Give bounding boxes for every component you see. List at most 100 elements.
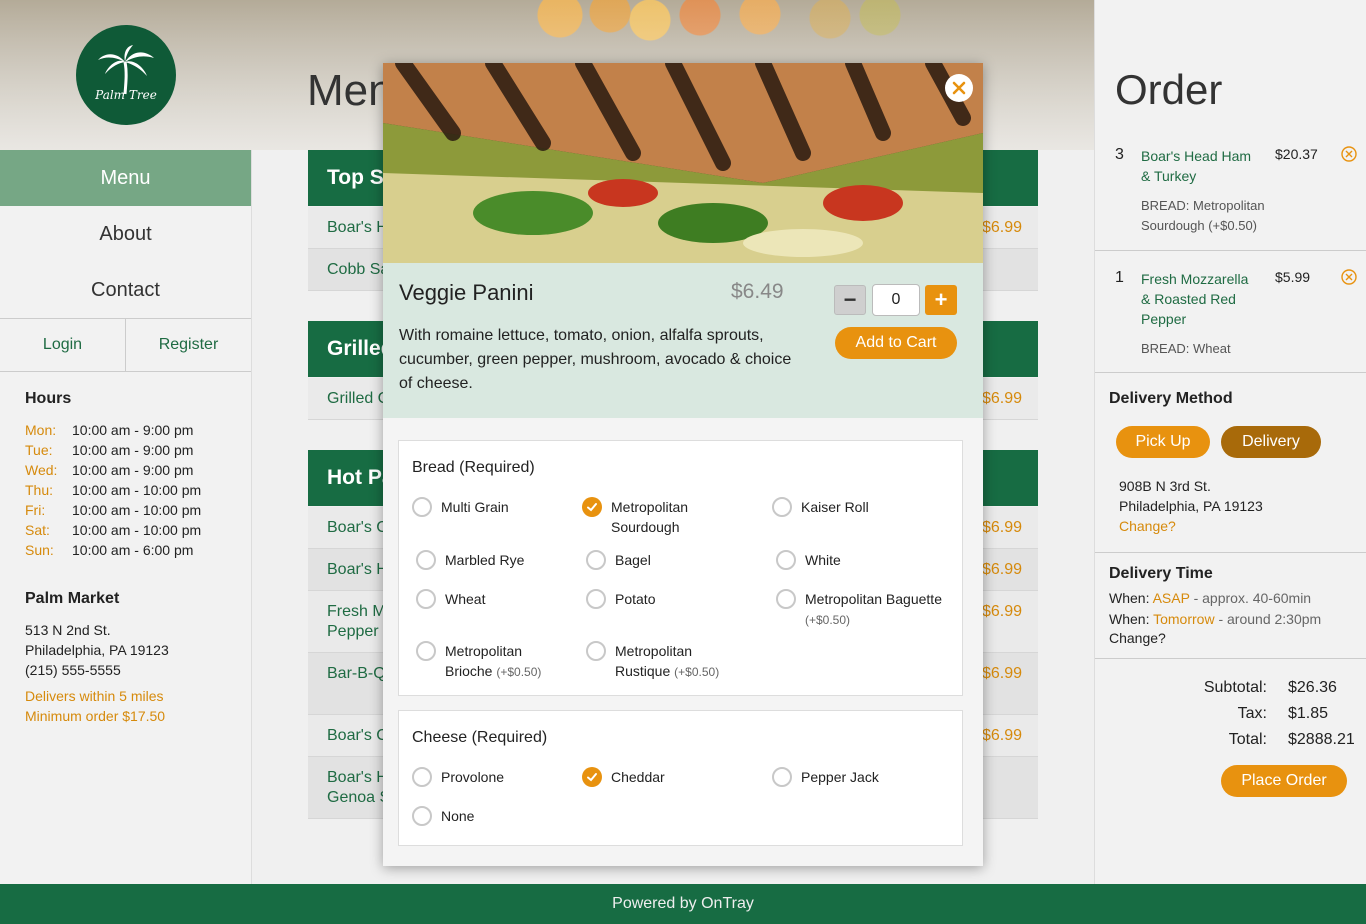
radio-unchecked-icon[interactable] xyxy=(586,589,606,609)
nav-item-menu[interactable]: Menu xyxy=(0,150,251,206)
logo-text: Palm Tree xyxy=(95,88,157,102)
place-order-button[interactable]: Place Order xyxy=(1221,765,1347,797)
menu-item-name: Cobb Sa xyxy=(327,261,390,278)
register-link[interactable]: Register xyxy=(126,319,251,371)
login-link[interactable]: Login xyxy=(0,319,126,371)
hours-day: Sat: xyxy=(25,522,50,538)
hours-day: Fri: xyxy=(25,502,46,518)
add-to-cart-button[interactable]: Add to Cart xyxy=(835,327,957,359)
quantity-input[interactable] xyxy=(872,284,920,316)
change-address-link[interactable]: Change? xyxy=(1119,516,1176,536)
when-asap-row: When: ASAP - approx. 40-60min xyxy=(1109,590,1311,606)
hours-row: Sat: 10:00 am - 10:00 pm xyxy=(25,520,226,540)
tax-value: $1.85 xyxy=(1288,705,1329,722)
change-time-link[interactable]: Change? xyxy=(1109,630,1166,646)
item-name: Veggie Panini xyxy=(399,280,534,305)
menu-item-price: $6.99 xyxy=(981,390,1022,407)
bread-option-metropolitan-sourdough[interactable]: Metropolitan Sourdough xyxy=(582,497,721,537)
radio-unchecked-icon[interactable] xyxy=(416,550,436,570)
total-value: $2888.21 xyxy=(1288,731,1355,748)
nav-item-about[interactable]: About xyxy=(0,206,251,262)
radio-unchecked-icon[interactable] xyxy=(776,550,796,570)
radio-unchecked-icon[interactable] xyxy=(412,497,432,517)
menu-item-name: Boar's H xyxy=(327,219,388,236)
item-modal: Veggie Panini $6.49 With romaine lettuce… xyxy=(383,63,983,866)
menu-item-price: $6.99 xyxy=(981,603,1022,620)
option-label: Kaiser Roll xyxy=(801,499,869,515)
palm-tree-logo[interactable]: Palm Tree xyxy=(76,25,176,125)
radio-unchecked-icon[interactable] xyxy=(586,641,606,661)
cheese-option-provolone[interactable]: Provolone xyxy=(412,767,504,787)
delivery-address-line1: 908B N 3rd St. xyxy=(1119,478,1211,494)
bread-options-title: Bread (Required) xyxy=(412,459,535,476)
cheese-option-pepper-jack[interactable]: Pepper Jack xyxy=(772,767,879,787)
radio-checked-icon[interactable] xyxy=(582,497,602,517)
radio-unchecked-icon[interactable] xyxy=(412,806,432,826)
cheese-option-cheddar[interactable]: Cheddar xyxy=(582,767,665,787)
order-title: Order xyxy=(1115,66,1223,113)
hours-row: Wed: 10:00 am - 9:00 pm xyxy=(25,460,226,480)
divider xyxy=(1095,552,1366,553)
bread-option-white[interactable]: White xyxy=(776,550,841,570)
bread-option-metropolitan-rustique[interactable]: Metropolitan Rustique (+$0.50) xyxy=(586,641,735,682)
radio-unchecked-icon[interactable] xyxy=(416,641,436,661)
hours-title: Hours xyxy=(25,390,72,407)
hours-row: Thu: 10:00 am - 10:00 pm xyxy=(25,480,226,500)
radio-unchecked-icon[interactable] xyxy=(416,589,436,609)
bread-option-marbled-rye[interactable]: Marbled Rye xyxy=(416,550,524,570)
menu-item-price: $6.99 xyxy=(981,665,1022,682)
remove-item-icon[interactable] xyxy=(1341,146,1357,162)
radio-unchecked-icon[interactable] xyxy=(412,767,432,787)
when-asap: ASAP xyxy=(1152,590,1190,606)
order-line-price: $20.37 xyxy=(1275,146,1318,162)
decrease-quantity-button[interactable]: − xyxy=(834,285,866,315)
auth-row: Login Register xyxy=(0,318,251,372)
hours-day: Wed: xyxy=(25,462,58,478)
subtotal-value: $26.36 xyxy=(1288,679,1337,696)
cheese-option-none[interactable]: None xyxy=(412,806,474,826)
bread-option-multi-grain[interactable]: Multi Grain xyxy=(412,497,509,517)
pickup-button[interactable]: Pick Up xyxy=(1116,426,1210,458)
increase-quantity-button[interactable]: + xyxy=(925,285,957,315)
bread-option-metropolitan-baguette[interactable]: Metropolitan Baguette (+$0.50) xyxy=(776,589,945,630)
footer: Powered by OnTray xyxy=(0,884,1366,924)
order-line-name[interactable]: Fresh Mozzarella & Roasted Red Pepper xyxy=(1141,269,1261,329)
order-line-name[interactable]: Boar's Head Ham & Turkey xyxy=(1141,146,1261,186)
bread-option-wheat[interactable]: Wheat xyxy=(416,589,485,609)
radio-unchecked-icon[interactable] xyxy=(586,550,606,570)
menu-item-name-line2: Pepper xyxy=(327,623,379,640)
menu-item-name: Bar-B-Q xyxy=(327,665,386,682)
remove-item-icon[interactable] xyxy=(1341,269,1357,285)
nav-item-contact[interactable]: Contact xyxy=(0,262,251,318)
option-label: Pepper Jack xyxy=(801,769,879,785)
when-tomorrow-desc: - around 2:30pm xyxy=(1218,611,1322,627)
market-street: 513 N 2nd St. xyxy=(25,622,111,638)
bread-option-bagel[interactable]: Bagel xyxy=(586,550,651,570)
hours-row: Sun: 10:00 am - 6:00 pm xyxy=(25,540,226,560)
cheese-options-title: Cheese (Required) xyxy=(412,729,548,746)
bread-option-kaiser-roll[interactable]: Kaiser Roll xyxy=(772,497,869,517)
when-label: When: xyxy=(1109,590,1150,606)
delivery-button[interactable]: Delivery xyxy=(1221,426,1321,458)
option-label: Metropolitan Baguette xyxy=(805,591,942,607)
hours-day: Thu: xyxy=(25,482,54,498)
radio-unchecked-icon[interactable] xyxy=(772,497,792,517)
order-line-option: BREAD: Wheat xyxy=(1141,341,1231,356)
radio-unchecked-icon[interactable] xyxy=(776,589,796,609)
hours-row: Fri: 10:00 am - 10:00 pm xyxy=(25,500,226,520)
option-label: White xyxy=(805,552,841,568)
radio-unchecked-icon[interactable] xyxy=(772,767,792,787)
subtotal-label: Subtotal: xyxy=(1203,679,1267,696)
order-panel: Order 3 Boar's Head Ham & Turkey $20.37 … xyxy=(1094,0,1366,884)
total-label: Total: xyxy=(1228,731,1267,748)
menu-item-name: Boar's C xyxy=(327,519,388,536)
bread-option-metropolitan-brioche[interactable]: Metropolitan Brioche (+$0.50) xyxy=(416,641,565,682)
item-description: With romaine lettuce, tomato, onion, alf… xyxy=(399,327,792,392)
hours-section: Hours Mon: 10:00 am - 9:00 pm Tue: 10:00 a… xyxy=(0,372,251,560)
delivery-radius-note: Delivers within 5 miles xyxy=(25,688,164,704)
when-tomorrow: Tomorrow xyxy=(1153,611,1215,627)
bread-option-potato[interactable]: Potato xyxy=(586,589,655,609)
sidebar: Menu About Contact Login Register Hours … xyxy=(0,150,252,884)
radio-checked-icon[interactable] xyxy=(582,767,602,787)
close-modal-button[interactable] xyxy=(945,74,973,102)
